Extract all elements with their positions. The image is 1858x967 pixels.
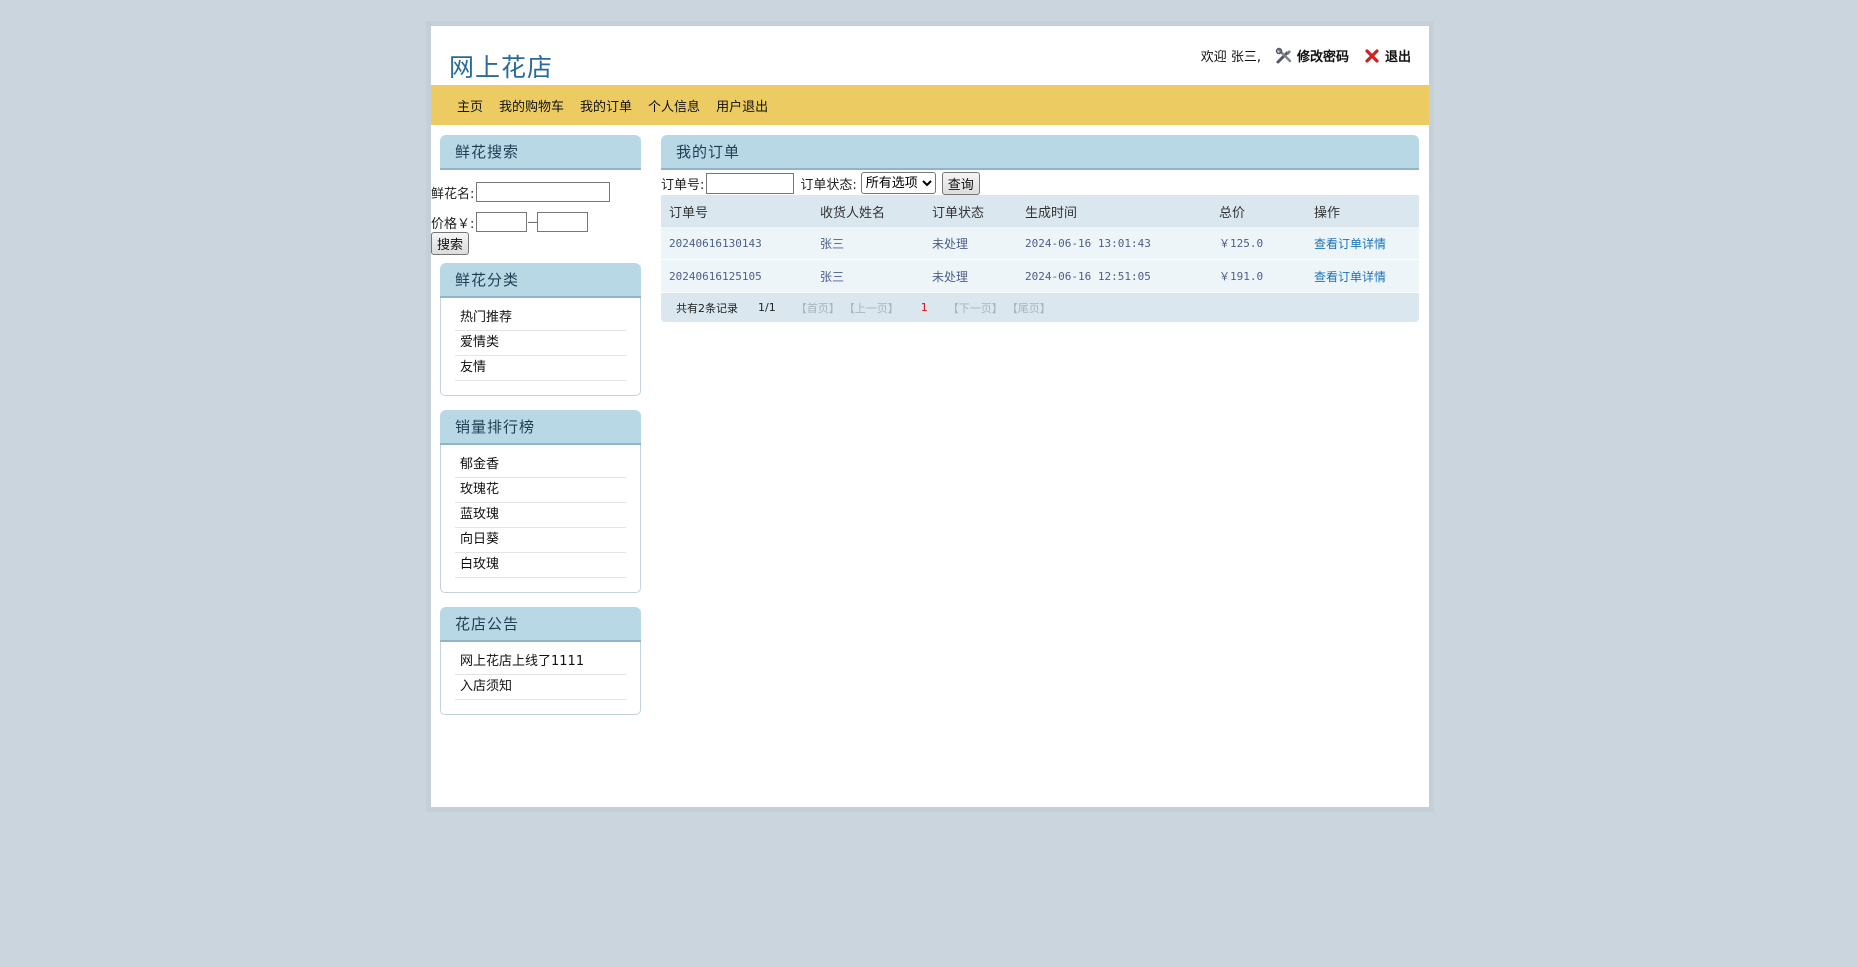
- table-header-row: 订单号 收货人姓名 订单状态 生成时间 总价 操作: [661, 195, 1419, 227]
- view-order-detail-link[interactable]: 查看订单详情: [1314, 237, 1386, 251]
- cell-order-no: 20240616125105: [661, 259, 812, 293]
- orders-filter: 订单号: 订单状态: 所有选项 查询: [661, 171, 1419, 195]
- order-status-select[interactable]: 所有选项: [860, 172, 936, 194]
- col-action: 操作: [1306, 195, 1419, 227]
- nav-item-orders[interactable]: 我的订单: [580, 96, 632, 115]
- nav-item-cart[interactable]: 我的购物车: [499, 96, 564, 115]
- current-page[interactable]: 1: [921, 301, 928, 314]
- next-page-link[interactable]: 【下一页】: [948, 300, 1003, 316]
- first-page-link[interactable]: 【首页】: [796, 300, 840, 316]
- total-records: 共有2条记录: [676, 301, 738, 315]
- nav-item-logout[interactable]: 用户退出: [716, 96, 768, 115]
- search-name-row: 鲜花名:: [431, 182, 643, 202]
- ranking-item[interactable]: 向日葵: [455, 528, 626, 553]
- main-nav: 主页 我的购物车 我的订单 个人信息 用户退出: [431, 85, 1429, 125]
- ranking-list: 郁金香 玫瑰花 蓝玫瑰 向日葵 白玫瑰: [440, 445, 641, 593]
- nav-item-home[interactable]: 主页: [457, 96, 483, 115]
- user-bar: 欢迎 张三, 修改密码 退出: [1201, 46, 1411, 65]
- nav-item-profile[interactable]: 个人信息: [648, 96, 700, 115]
- order-no-label: 订单号:: [661, 177, 705, 193]
- search-button[interactable]: 搜索: [431, 232, 470, 255]
- query-button[interactable]: 查询: [941, 171, 980, 195]
- ranking-item[interactable]: 玫瑰花: [455, 478, 626, 503]
- last-page-link[interactable]: 【尾页】: [1007, 300, 1051, 316]
- sidebar: 鲜花搜索 鲜花名: 价格￥: — 搜索 鲜花分类 热门推荐 爱情类 友情 销量排…: [431, 135, 643, 715]
- col-order-no: 订单号: [661, 195, 812, 227]
- orders-table: 订单号 收货人姓名 订单状态 生成时间 总价 操作 20240616130143…: [661, 195, 1419, 293]
- col-time: 生成时间: [1017, 195, 1211, 227]
- close-icon: [1365, 48, 1379, 63]
- page-indicator: 1/1: [758, 301, 776, 314]
- category-item[interactable]: 热门推荐: [455, 306, 626, 331]
- ranking-item[interactable]: 白玫瑰: [455, 553, 626, 578]
- search-form: 鲜花名: 价格￥: — 搜索: [431, 170, 643, 255]
- search-price-row: 价格￥: —: [431, 212, 643, 232]
- price-min-input[interactable]: [476, 212, 528, 232]
- site-logo[interactable]: 网上花店: [449, 48, 553, 84]
- cell-receiver: 张三: [812, 259, 924, 293]
- cell-status: 未处理: [924, 227, 1017, 260]
- price-label: 价格￥:: [431, 216, 475, 232]
- notice-item[interactable]: 网上花店上线了1111: [455, 650, 626, 675]
- categories-list: 热门推荐 爱情类 友情: [440, 298, 641, 396]
- notice-list: 网上花店上线了1111 入店须知: [440, 642, 641, 715]
- cell-order-no: 20240616130143: [661, 227, 812, 260]
- notice-title: 花店公告: [440, 607, 641, 642]
- col-status: 订单状态: [924, 195, 1017, 227]
- change-password-label: 修改密码: [1296, 50, 1349, 65]
- table-row: 20240616125105 张三 未处理 2024-06-16 12:51:0…: [661, 259, 1419, 293]
- change-password-link[interactable]: 修改密码: [1275, 46, 1349, 65]
- ranking-item[interactable]: 郁金香: [455, 453, 626, 478]
- pagination: 共有2条记录 1/1 【首页】 【上一页】 1 【下一页】 【尾页】: [661, 293, 1419, 322]
- orders-panel: 我的订单 订单号: 订单状态: 所有选项 查询 订单号 收货人姓名 订单状态 生…: [661, 135, 1419, 322]
- cell-total: ￥125.0: [1211, 227, 1306, 260]
- categories-title: 鲜花分类: [440, 263, 641, 298]
- price-max-input[interactable]: [537, 212, 589, 232]
- category-item[interactable]: 友情: [455, 356, 626, 381]
- cell-time: 2024-06-16 13:01:43: [1017, 227, 1211, 260]
- cell-time: 2024-06-16 12:51:05: [1017, 259, 1211, 293]
- flower-name-input[interactable]: [476, 182, 611, 202]
- order-no-input[interactable]: [706, 172, 795, 194]
- ranking-item[interactable]: 蓝玫瑰: [455, 503, 626, 528]
- order-status-label: 订单状态:: [800, 177, 857, 193]
- ranking-title: 销量排行榜: [440, 410, 641, 445]
- cell-receiver: 张三: [812, 227, 924, 260]
- notice-item[interactable]: 入店须知: [455, 675, 626, 700]
- col-total: 总价: [1211, 195, 1306, 227]
- search-box-title: 鲜花搜索: [440, 135, 641, 170]
- orders-title: 我的订单: [661, 135, 1419, 170]
- header: 网上花店 欢迎 张三, 修改密码 退出: [431, 26, 1429, 85]
- category-item[interactable]: 爱情类: [455, 331, 626, 356]
- table-row: 20240616130143 张三 未处理 2024-06-16 13:01:4…: [661, 227, 1419, 260]
- logout-link[interactable]: 退出: [1363, 46, 1411, 65]
- col-receiver: 收货人姓名: [812, 195, 924, 227]
- prev-page-link[interactable]: 【上一页】: [844, 300, 899, 316]
- page-container: 网上花店 欢迎 张三, 修改密码 退出 主页 我的购物车 我的订单 个人信息 用…: [426, 21, 1434, 812]
- price-dash: —: [527, 216, 538, 228]
- flower-name-label: 鲜花名:: [431, 186, 475, 202]
- welcome-text: 欢迎 张三,: [1200, 50, 1261, 65]
- logout-label: 退出: [1384, 50, 1411, 65]
- view-order-detail-link[interactable]: 查看订单详情: [1314, 270, 1386, 284]
- cell-total: ￥191.0: [1211, 259, 1306, 293]
- tools-icon: [1275, 47, 1292, 63]
- cell-status: 未处理: [924, 259, 1017, 293]
